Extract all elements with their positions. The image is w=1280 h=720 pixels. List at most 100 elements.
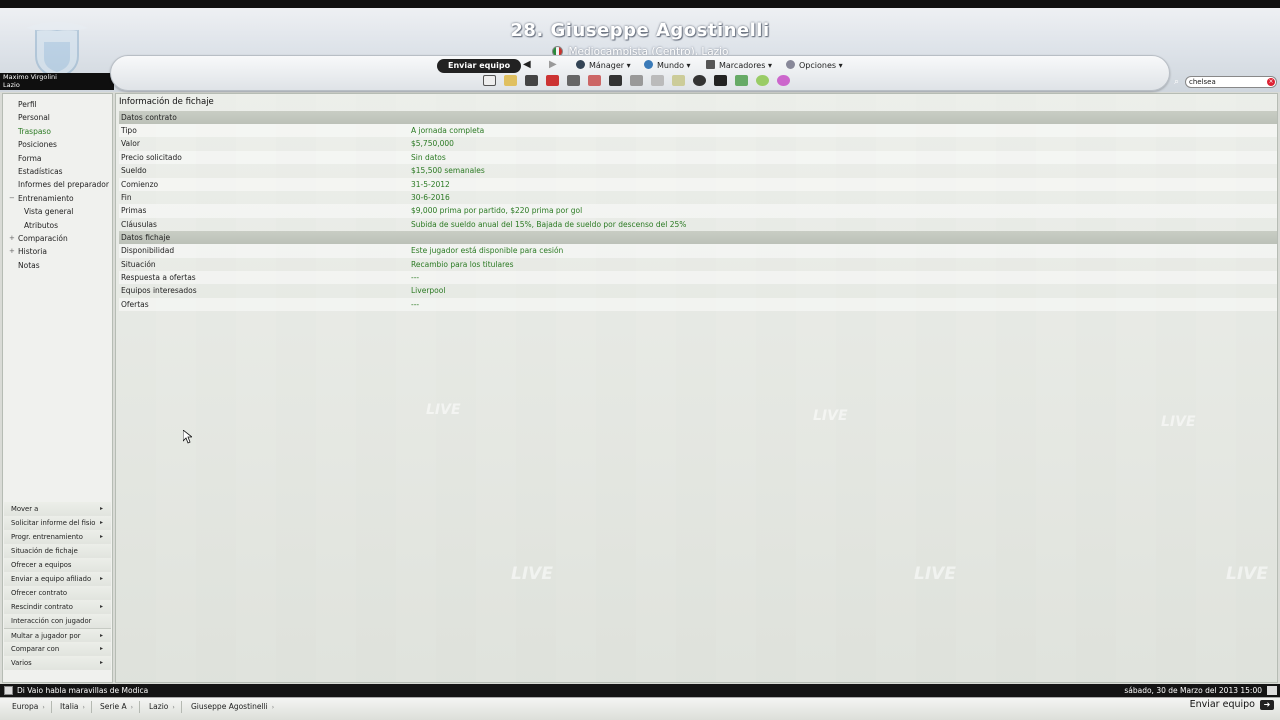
news-ticker[interactable]: Di Vaio habla maravillas de Modica: [17, 684, 148, 697]
submenu-arrow-icon: ▸: [99, 659, 103, 666]
expand-toggle-icon[interactable]: +: [9, 245, 15, 258]
sidebar-item[interactable]: Forma: [3, 152, 112, 165]
expand-toggle-icon[interactable]: −: [9, 192, 15, 205]
table-row[interactable]: Primas $9,000 prima por partido, $220 pri…: [119, 204, 1277, 218]
sidebar-item[interactable]: Atributos: [3, 219, 112, 232]
row-value: Recambio para los titulares: [411, 259, 514, 269]
sidebar-item-label: Vista general: [24, 207, 74, 217]
breadcrumb-item[interactable]: Europa ›: [6, 701, 52, 713]
action-label: Progr. entrenamiento: [11, 533, 83, 541]
sidebar-item[interactable]: + Comparación: [3, 232, 112, 245]
manager-info[interactable]: Maximo Virgolini Lazio: [0, 73, 114, 90]
action-item[interactable]: Comparar con ▸: [4, 642, 111, 656]
action-item[interactable]: Interacción con jugador: [4, 614, 111, 628]
action-item[interactable]: Solicitar informe del fisio ▸: [4, 516, 111, 530]
menu-manager[interactable]: Mánager ▾: [576, 60, 631, 70]
row-label: Ofertas: [121, 299, 149, 309]
sidebar-item[interactable]: Personal: [3, 111, 112, 124]
sidebar-item-label: Posiciones: [18, 140, 57, 150]
table-row[interactable]: Valor $5,750,000: [119, 137, 1277, 150]
action-item[interactable]: Progr. entrenamiento ▸: [4, 530, 111, 544]
sidebar-item[interactable]: Posiciones: [3, 138, 112, 151]
row-value: A jornada completa: [411, 126, 485, 135]
clear-search-icon[interactable]: ×: [1267, 78, 1275, 86]
sidebar-item[interactable]: + Historia: [3, 245, 112, 258]
table-row[interactable]: Equipos interesados Liverpool: [119, 284, 1277, 297]
row-value: $9,000 prima por partido, $220 prima por…: [411, 206, 583, 216]
action-label: Varios: [11, 659, 32, 667]
action-label: Mover a: [11, 505, 39, 513]
table-row[interactable]: Disponibilidad Este jugador está disponib…: [119, 244, 1277, 258]
sidebar-item[interactable]: Vista general: [3, 205, 112, 218]
back-arrow-icon[interactable]: ◀: [523, 59, 531, 70]
calendar-icon[interactable]: [546, 75, 559, 86]
row-label: Tipo: [121, 126, 137, 135]
sidebar-item-label: Perfil: [18, 100, 37, 109]
tactics-icon[interactable]: [567, 75, 580, 86]
send-team-button[interactable]: Enviar equipo: [437, 59, 522, 73]
row-label: Respuesta a ofertas: [121, 272, 196, 282]
sidebar-item[interactable]: Perfil: [3, 98, 112, 111]
sidebar: Perfil Personal Traspaso Posiciones Forma Est…: [2, 93, 113, 683]
breadcrumb-item[interactable]: Serie A ›: [94, 701, 141, 713]
row-value: $5,750,000: [411, 139, 454, 149]
action-item[interactable]: Rescindir contrato ▸: [4, 600, 111, 614]
submenu-arrow-icon: ▸: [99, 533, 103, 540]
table-row[interactable]: Tipo A jornada completa: [119, 124, 1277, 138]
menu-options[interactable]: Opciones ▾: [786, 60, 843, 70]
submenu-arrow-icon: ▸: [99, 603, 103, 610]
send-team-button-bottom[interactable]: Enviar equipo ➜: [1190, 698, 1274, 712]
table-row[interactable]: Comienzo 31-5-2012: [119, 177, 1277, 191]
action-item[interactable]: Varios ▸: [4, 656, 111, 670]
breadcrumb: Europa › Italia › Serie A › Lazio › Giuseppe…: [0, 697, 1280, 720]
sidebar-item-label: Comparación: [18, 233, 68, 243]
sidebar-item[interactable]: − Entrenamiento: [3, 192, 112, 205]
money-icon[interactable]: [735, 75, 748, 86]
breadcrumb-item[interactable]: Italia ›: [54, 701, 92, 713]
submenu-arrow-icon: ▸: [99, 519, 103, 526]
action-label: Enviar a equipo afiliado: [11, 575, 92, 583]
table-row[interactable]: Cláusulas Subida de sueldo anual del 15%,…: [119, 218, 1277, 231]
trophy-icon[interactable]: [630, 75, 643, 86]
expand-toggle-icon[interactable]: +: [9, 232, 15, 245]
action-item[interactable]: Ofrecer contrato: [4, 586, 111, 600]
sidebar-item[interactable]: Estadísticas: [3, 165, 112, 178]
info-icon[interactable]: [777, 75, 790, 86]
football-icon[interactable]: [693, 75, 706, 86]
breadcrumb-item-current[interactable]: Giuseppe Agostinelli ›: [185, 701, 280, 713]
sidebar-item[interactable]: Informes del preparador: [3, 178, 112, 191]
page-title: 28. Giuseppe Agostinelli: [510, 20, 770, 41]
table-row[interactable]: Precio solicitado Sin datos: [119, 150, 1277, 165]
table-row[interactable]: Sueldo $15,500 semanales: [119, 164, 1277, 177]
action-item[interactable]: Multar a jugador por ▸: [4, 628, 111, 642]
news-icon[interactable]: [4, 686, 13, 695]
inbox-icon[interactable]: [504, 75, 517, 86]
sidebar-item[interactable]: Traspaso: [3, 125, 112, 138]
calendar-icon[interactable]: [1267, 686, 1277, 695]
forward-arrow-icon[interactable]: ▶: [549, 59, 557, 70]
squad-icon[interactable]: [525, 75, 538, 86]
table-row[interactable]: Respuesta a ofertas ---: [119, 270, 1277, 285]
action-label: Situación de fichaje: [11, 547, 78, 555]
action-item[interactable]: Situación de fichaje: [4, 544, 111, 558]
finances-icon[interactable]: [609, 75, 622, 86]
sidebar-item[interactable]: Notas: [3, 259, 112, 272]
staff-icon[interactable]: [651, 75, 664, 86]
home-icon[interactable]: [483, 75, 496, 86]
menu-bookmarks[interactable]: Marcadores ▾: [706, 60, 772, 70]
help-icon[interactable]: [756, 75, 769, 86]
action-item[interactable]: Ofrecer a equipos: [4, 558, 111, 572]
table-row[interactable]: Ofertas ---: [119, 297, 1277, 312]
action-item[interactable]: Mover a ▸: [4, 502, 111, 516]
binoculars-icon[interactable]: [714, 75, 727, 86]
background-watermark: LIVE: [426, 402, 461, 418]
menu-world[interactable]: Mundo ▾: [644, 60, 691, 70]
action-item[interactable]: Enviar a equipo afiliado ▸: [4, 572, 111, 586]
scouting-icon[interactable]: [672, 75, 685, 86]
table-row[interactable]: Fin 30-6-2016: [119, 191, 1277, 204]
status-bar: Di Vaio habla maravillas de Modica sábad…: [0, 684, 1280, 697]
table-row[interactable]: Situación Recambio para los titulares: [119, 258, 1277, 271]
search-input[interactable]: chelsea ×: [1185, 76, 1277, 88]
transfers-icon[interactable]: [588, 75, 601, 86]
breadcrumb-item[interactable]: Lazio ›: [143, 701, 182, 713]
